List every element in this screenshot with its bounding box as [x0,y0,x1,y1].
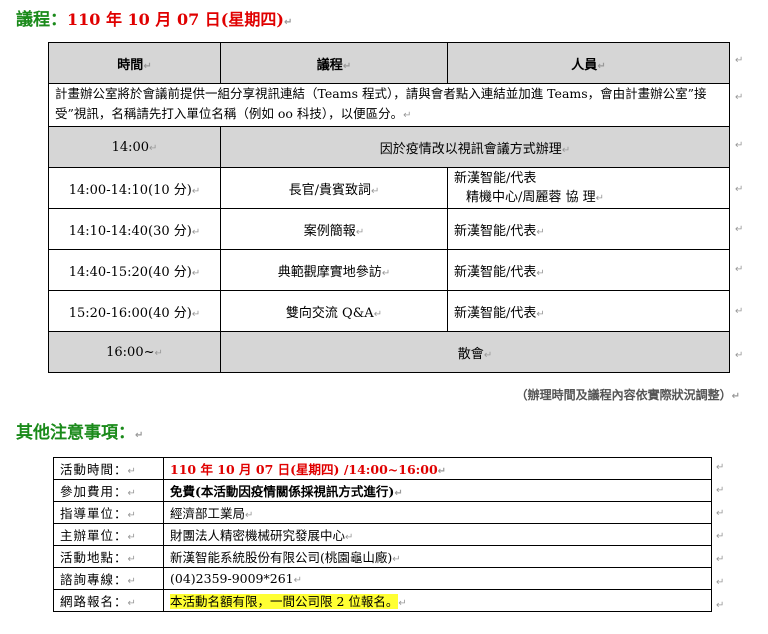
agenda-people: 新漢智能/代表 精機中心/周麗蓉 協 理↵ [447,167,730,209]
info-key: 指導單位：↵ [53,501,164,524]
header-time: 時間↵ [48,42,221,84]
agenda-item: 案例簡報↵ [220,208,448,250]
agenda-item: 雙向交流 Q&A↵ [220,290,448,332]
agenda-closing-row: 16:00~↵ 散會↵ [48,331,730,373]
closing-item: 散會↵ [220,331,730,373]
agenda-time: 14:00-14:10(10 分)↵ [48,167,221,209]
agenda-time: 15:20-16:00(40 分)↵ [48,290,221,332]
info-key: 網路報名：↵ [53,589,164,612]
agenda-item: 長官/貴賓致詞↵ [220,167,448,209]
info-table: 活動時間：↵ 110 年 10 月 07 日(星期四) /14:00~16:00… [53,457,712,612]
info-row: 活動地點：↵ 新漢智能系統股份有限公司(桃園龜山廠)↵ [53,545,712,568]
agenda-item: 典範觀摩實地參訪↵ [220,249,448,291]
info-value-organizer: 財團法人精密機械研究發展中心↵ [163,523,712,546]
agenda-heading-label: 議程： [16,10,67,30]
info-value-fee: 免費(本活動因疫情關係採視訊方式進行)↵ [163,479,712,502]
agenda-heading-date: 110 年 10 月 07 日(星期四) [67,10,284,29]
info-key: 活動時間：↵ [53,457,164,480]
info-value-location: 新漢智能系統股份有限公司(桃園龜山廠)↵ [163,545,712,568]
agenda-table: 時間↵ 議程↵ 人員↵ 計畫辦公室將於會議前提供一組分享視訊連結（Teams 程… [48,42,730,373]
info-row: 指導單位：↵ 經濟部工業局↵ [53,501,712,524]
other-notes-heading: 其他注意事項：↵ [16,423,144,443]
info-row: 主辦單位：↵ 財團法人精密機械研究發展中心↵ [53,523,712,546]
info-key: 參加費用：↵ [53,479,164,502]
agenda-people: 新漢智能/代表↵ [447,249,730,291]
agenda-heading: 議程：110 年 10 月 07 日(星期四)↵ [16,10,293,30]
agenda-time: 14:40-15:20(40 分)↵ [48,249,221,291]
agenda-time: 14:10-14:40(30 分)↵ [48,208,221,250]
agenda-people: 新漢智能/代表↵ [447,208,730,250]
agenda-people: 新漢智能/代表↵ [447,290,730,332]
agenda-row: 14:00-14:10(10 分)↵ 長官/貴賓致詞↵ 新漢智能/代表 精機中心… [48,167,730,209]
agenda-note-row: 計畫辦公室將於會議前提供一組分享視訊連結（Teams 程式），請與會者點入連結並… [48,83,730,127]
agenda-row: 14:40-15:20(40 分)↵ 典範觀摩實地參訪↵ 新漢智能/代表↵ [48,249,730,291]
agenda-note: 計畫辦公室將於會議前提供一組分享視訊連結（Teams 程式），請與會者點入連結並… [48,83,730,127]
info-row: 諮詢專線：↵ (04)2359-9009*261↵ [53,567,712,590]
opening-item: 因於疫情改以視訊會議方式辦理↵ [220,126,730,168]
header-agenda: 議程↵ [220,42,448,84]
info-value-phone: (04)2359-9009*261↵ [163,567,712,590]
info-row: 網路報名：↵ 本活動名額有限，一間公司限 2 位報名。↵ [53,589,712,612]
info-value-guide: 經濟部工業局↵ [163,501,712,524]
adjustment-note: （辦理時間及議程內容依實際狀況調整）↵ [515,388,740,402]
agenda-header-row: 時間↵ 議程↵ 人員↵ [48,42,730,84]
agenda-row: 14:10-14:40(30 分)↵ 案例簡報↵ 新漢智能/代表↵ [48,208,730,250]
info-key: 主辦單位：↵ [53,523,164,546]
info-value-time: 110 年 10 月 07 日(星期四) /14:00~16:00↵ [163,457,712,480]
info-row: 參加費用：↵ 免費(本活動因疫情關係採視訊方式進行)↵ [53,479,712,502]
closing-time: 16:00~↵ [48,331,221,373]
agenda-row: 15:20-16:00(40 分)↵ 雙向交流 Q&A↵ 新漢智能/代表↵ [48,290,730,332]
info-value-registration: 本活動名額有限，一間公司限 2 位報名。↵ [163,589,712,612]
info-key: 諮詢專線：↵ [53,567,164,590]
agenda-opening-row: 14:00↵ 因於疫情改以視訊會議方式辦理↵ [48,126,730,168]
info-key: 活動地點：↵ [53,545,164,568]
header-people: 人員↵ [447,42,730,84]
info-row: 活動時間：↵ 110 年 10 月 07 日(星期四) /14:00~16:00… [53,457,712,480]
opening-time: 14:00↵ [48,126,221,168]
